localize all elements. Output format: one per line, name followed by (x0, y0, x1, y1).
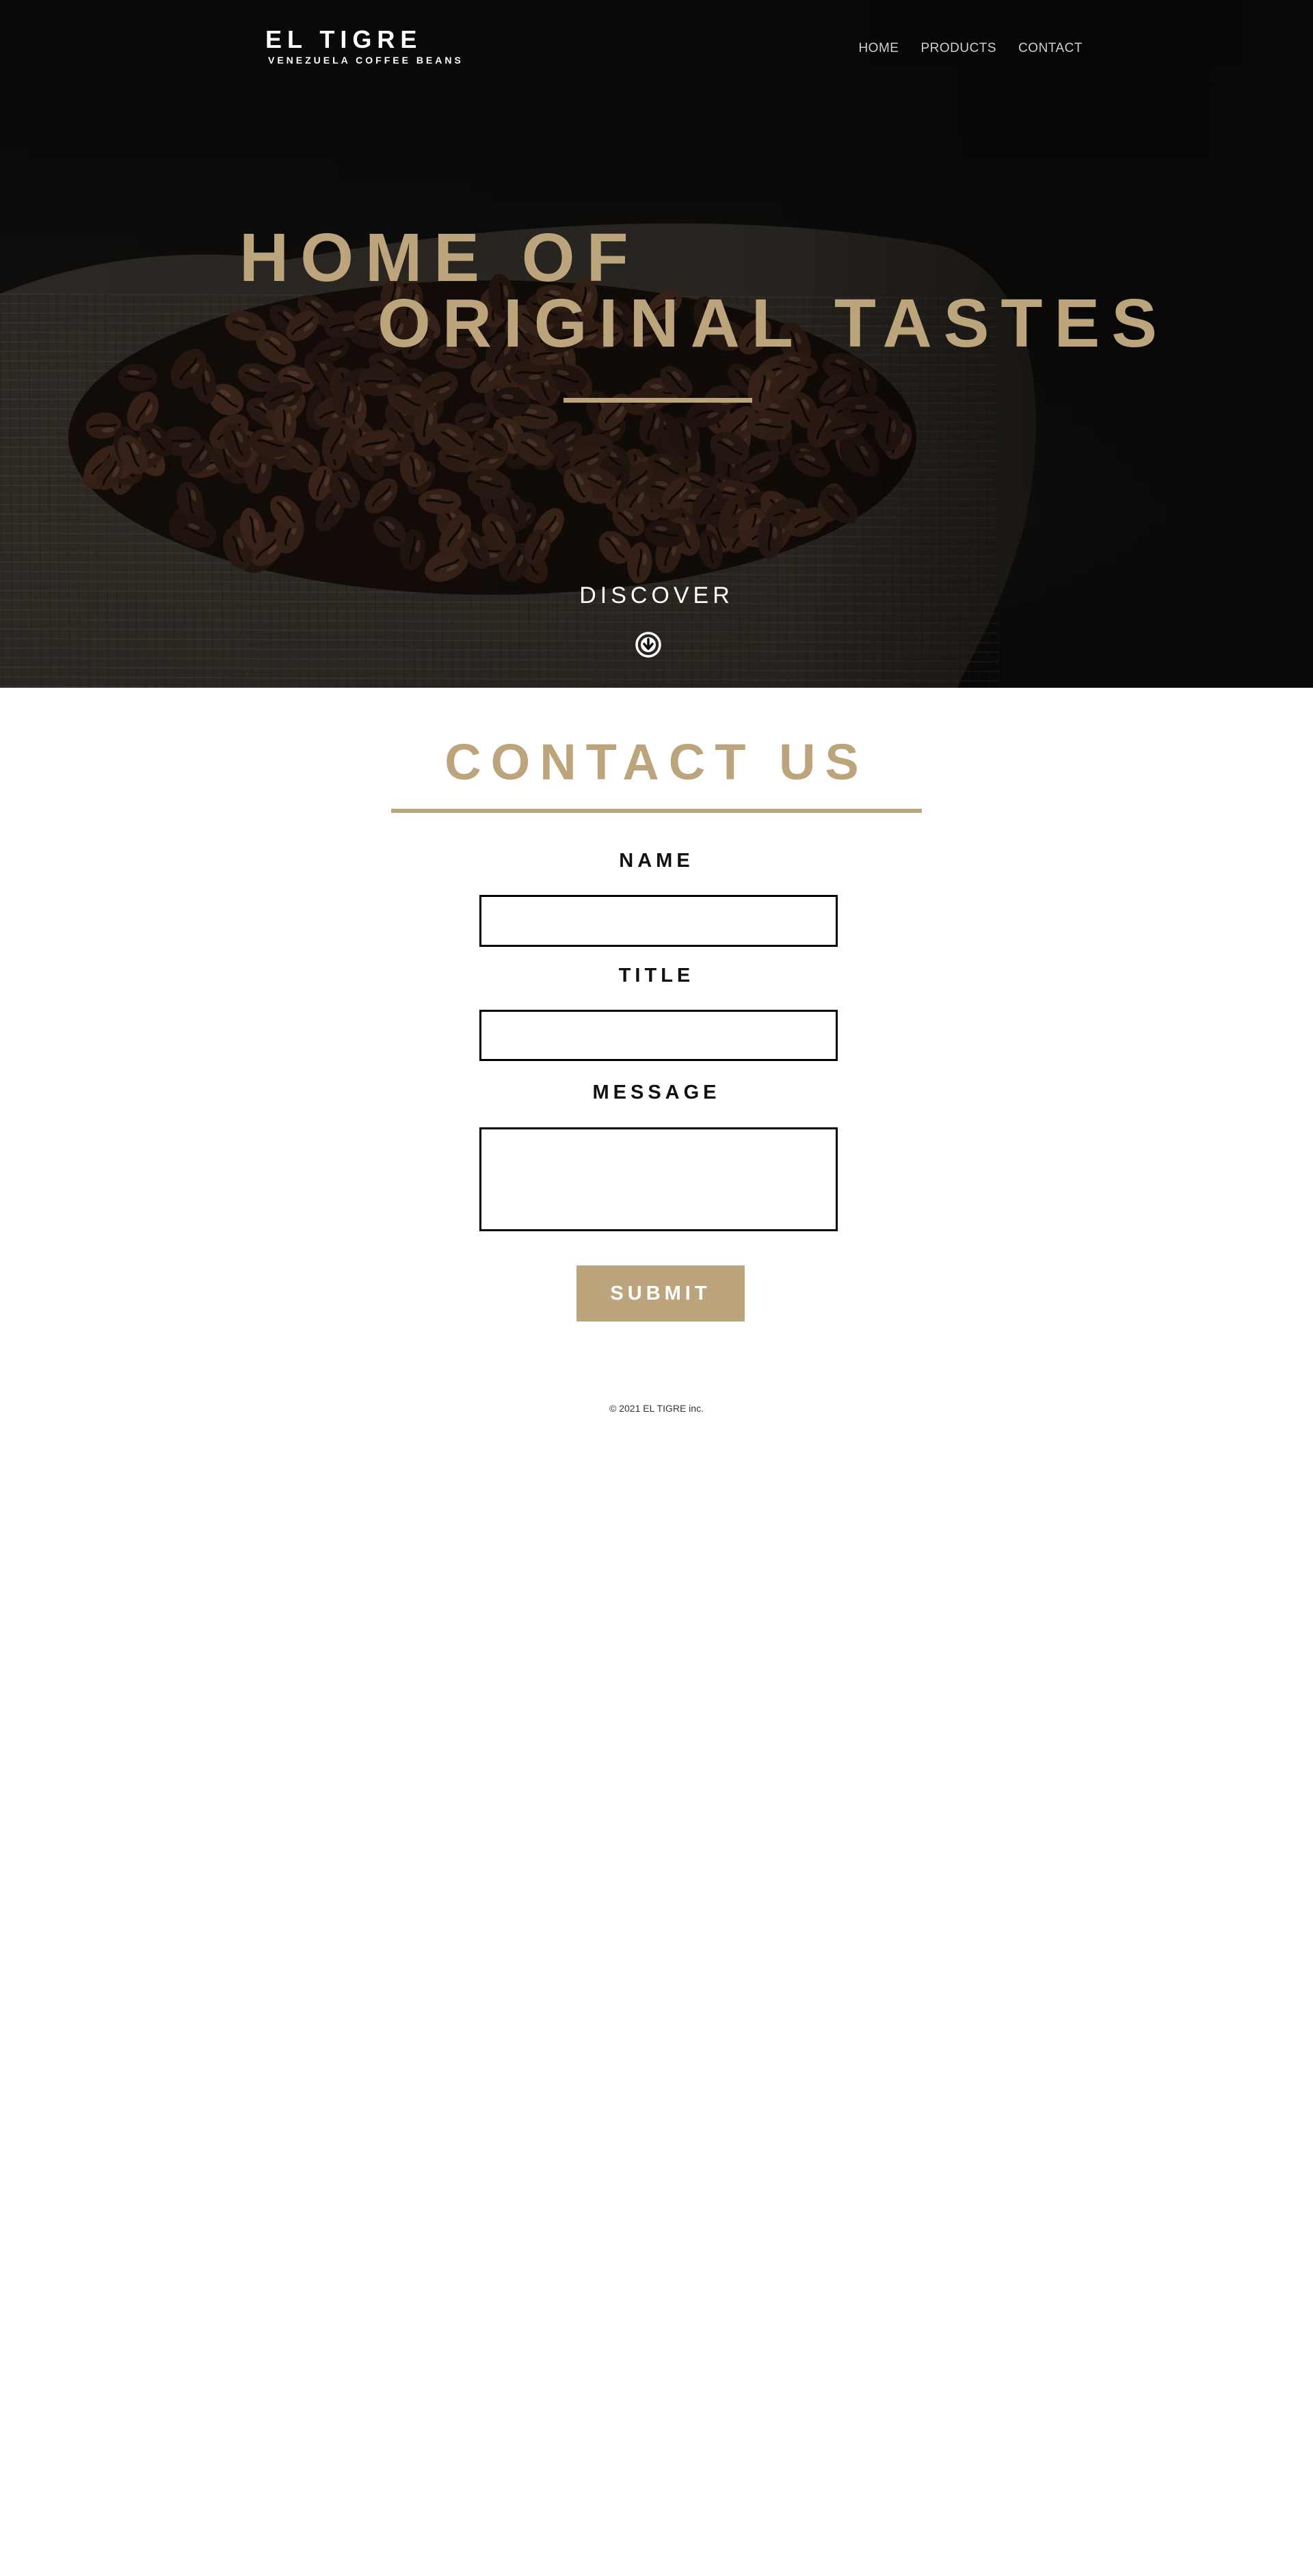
name-label: NAME (619, 850, 694, 872)
brand-tagline: VENEZUELA COFFEE BEANS (268, 55, 464, 66)
footer-copyright: © 2021 EL TIGRE inc. (609, 1403, 704, 1414)
title-label: TITLE (618, 965, 695, 987)
discover-link[interactable]: DISCOVER (579, 582, 734, 609)
name-input[interactable] (479, 895, 838, 947)
contact-title: CONTACT US (445, 734, 868, 790)
contact-divider (391, 809, 922, 813)
nav-contact[interactable]: CONTACT (1018, 41, 1083, 56)
nav-products[interactable]: PRODUCTS (920, 41, 996, 56)
hero-section: EL TIGRE VENEZUELA COFFEE BEANS HOME PRO… (0, 0, 1313, 688)
discover-block: DISCOVER (0, 582, 1313, 609)
hero-divider (563, 398, 752, 403)
message-label: MESSAGE (592, 1082, 721, 1103)
brand-name: EL TIGRE (265, 25, 423, 53)
nav-home[interactable]: HOME (858, 41, 899, 56)
submit-button[interactable]: SUBMIT (576, 1265, 745, 1321)
message-textarea[interactable] (479, 1127, 838, 1231)
arrow-down-circle-icon[interactable] (635, 631, 662, 658)
hero-headline-line-2: ORIGINAL TASTES (377, 285, 1169, 362)
hero-headline-line-1: HOME OF (239, 219, 640, 296)
brand-logo[interactable]: EL TIGRE VENEZUELA COFFEE BEANS (265, 25, 464, 66)
main-nav: HOME PRODUCTS CONTACT (858, 41, 1083, 56)
title-input[interactable] (479, 1010, 838, 1061)
